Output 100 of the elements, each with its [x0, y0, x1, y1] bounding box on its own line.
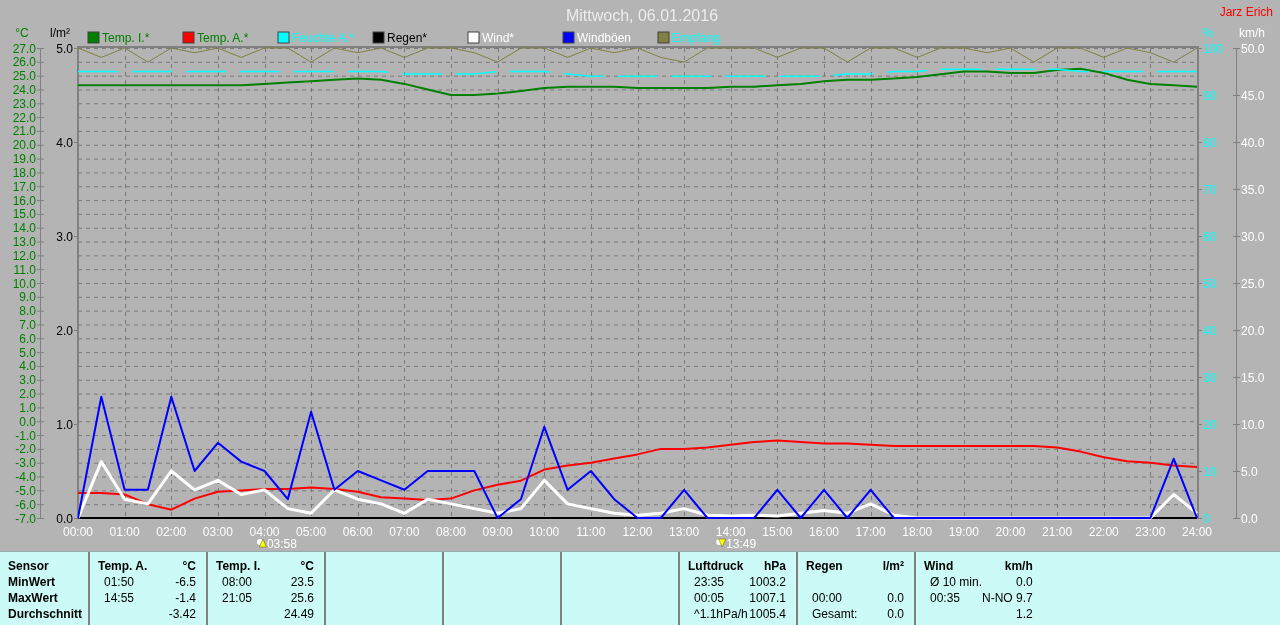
axis-unit: l/m²	[50, 26, 70, 40]
axis-label: 40	[1203, 324, 1217, 338]
axis-label: 90	[1203, 89, 1217, 103]
row-label: Durchschnitt	[8, 607, 83, 623]
axis-label: 19:00	[948, 525, 979, 539]
axis-label: 5.0	[19, 345, 36, 360]
axis-label: 1.0	[56, 418, 73, 432]
axis-label: 7.0	[19, 317, 36, 332]
axis-label: 50.0	[1241, 42, 1265, 56]
axis-label: -4.0	[15, 470, 36, 485]
axis-label: 15:00	[762, 525, 793, 539]
axis-label: 26.0	[12, 55, 36, 70]
axis-label: 0.0	[1241, 512, 1258, 526]
axis-label: 2.0	[19, 387, 36, 402]
axis-label: 09:00	[482, 525, 513, 539]
axis-unit: %	[1202, 26, 1214, 40]
axis-label: 20:00	[995, 525, 1026, 539]
axis-label: 20	[1203, 418, 1217, 432]
axis-label: 5.0	[56, 42, 73, 56]
axis-label: 1.0	[19, 400, 36, 415]
axis-label: 40.0	[1241, 136, 1265, 150]
stat-value: 1007.1	[749, 591, 786, 607]
axis-label: 30.0	[1241, 230, 1265, 244]
stat-value: -6.5	[174, 575, 196, 591]
axis-label: 10:00	[529, 525, 560, 539]
axis-label: 25.0	[1241, 277, 1265, 291]
time-value: 23:35	[693, 575, 726, 591]
stat-value: 1.2	[1015, 607, 1033, 623]
axis-label: 18:00	[902, 525, 933, 539]
axis-label: 10	[1203, 465, 1217, 479]
axis-label: 23:00	[1135, 525, 1166, 539]
stat-value: -1.4	[174, 591, 196, 607]
axis-label: 21:00	[1042, 525, 1073, 539]
axis-label: 03:00	[202, 525, 233, 539]
time-label: 03:58	[266, 537, 297, 551]
row-label: MinWert	[8, 575, 57, 591]
column-header: Temp. I.	[216, 559, 262, 575]
axis-unit: km/h	[1239, 26, 1265, 40]
time-label: 13:49	[726, 537, 757, 551]
stat-value: 0.0	[886, 591, 904, 607]
axis-label: 24:00	[1182, 525, 1212, 539]
axis-label: 0	[1203, 512, 1210, 526]
axis-label: 10.0	[1241, 418, 1265, 432]
axis-label: 5.0	[1241, 465, 1258, 479]
axis-label: 07:00	[389, 525, 420, 539]
axis-label: 16.0	[12, 193, 36, 208]
axis-label: -7.0	[15, 511, 36, 526]
sunrise-icon	[256, 538, 267, 548]
axis-label: 16:00	[809, 525, 839, 539]
axis-label: 13:00	[669, 525, 700, 539]
legend-label: Empfang	[672, 31, 721, 45]
stat-value: 0.0	[886, 607, 904, 623]
sunset-icon	[716, 538, 726, 548]
unit-label: hPa	[763, 559, 786, 575]
axis-label: -5.0	[15, 483, 36, 498]
axis-label: 50	[1203, 277, 1217, 291]
time-value: 00:00	[811, 591, 844, 607]
axis-unit: °C	[15, 26, 29, 40]
column-header: Regen	[806, 559, 844, 575]
legend-label: Wind*	[482, 31, 514, 45]
axis-label: 9.0	[19, 290, 36, 305]
axis-label: 06:00	[342, 525, 373, 539]
time-value: 01:50	[103, 575, 136, 591]
axis-label: 0.0	[56, 512, 73, 526]
axis-label: 27.0	[12, 41, 36, 56]
axis-label: 12:00	[622, 525, 653, 539]
axis-label: 0.0	[19, 414, 36, 429]
time-value: 14:55	[103, 591, 136, 607]
axis-label: 35.0	[1241, 183, 1265, 197]
author-name: Jarz Erich	[1219, 5, 1273, 19]
axis-label: 15.0	[12, 207, 36, 222]
axis-label: 00:00	[63, 525, 93, 539]
legend-label: Windböen	[577, 31, 632, 45]
stat-value: 25.6	[289, 591, 314, 607]
axis-label: 30	[1203, 371, 1217, 385]
legend-label: Regen*	[387, 31, 428, 45]
axis-label: 3.0	[19, 373, 36, 388]
axis-label: 15.0	[1241, 371, 1265, 385]
time-value: Gesamt:	[811, 607, 859, 623]
axis-label: 4.0	[19, 359, 36, 374]
column-header: Luftdruck	[688, 559, 745, 575]
time-value: ^1.1hPa/h	[693, 607, 749, 623]
legend-label: Feuchte A.*	[292, 31, 355, 45]
axis-label: 01:00	[109, 525, 140, 539]
axis-label: 08:00	[436, 525, 466, 539]
stat-value: 23.5	[289, 575, 314, 591]
axis-label: 17.0	[12, 179, 36, 194]
axis-label: 10.0	[12, 276, 36, 291]
axis-label: 70	[1203, 183, 1217, 197]
axis-label: 20.0	[1241, 324, 1265, 338]
axis-label: 11:00	[576, 525, 606, 539]
axis-label: 18.0	[12, 165, 36, 180]
column-header: Temp. A.	[98, 559, 149, 575]
axis-label: 2.0	[56, 324, 73, 338]
axis-label: 04:00	[249, 525, 280, 539]
axis-label: 100	[1203, 42, 1224, 56]
unit-label: l/m²	[882, 559, 904, 575]
axis-label: 24.0	[12, 82, 36, 97]
axis-label: 14:00	[715, 525, 746, 539]
axis-label: 80	[1203, 136, 1217, 150]
